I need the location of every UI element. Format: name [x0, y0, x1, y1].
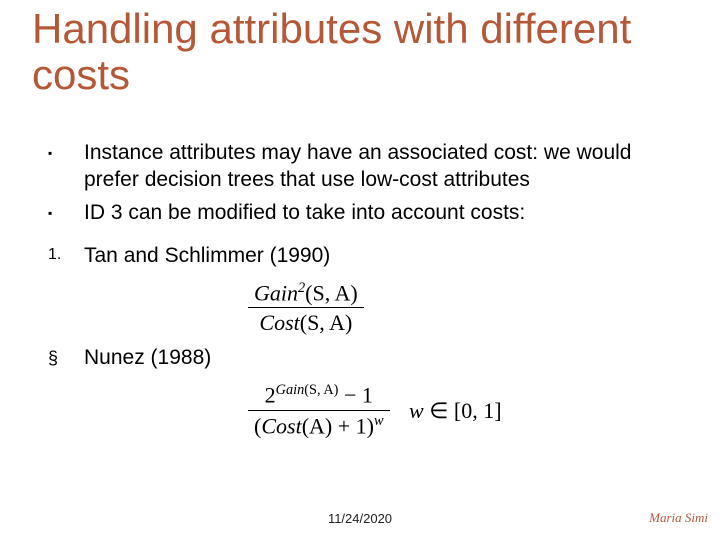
numbered-1-text: Tan and Schlimmer (1990): [84, 243, 690, 270]
fraction-1-bar: [248, 307, 364, 308]
cost-text: Cost: [259, 310, 299, 335]
cost-text-2: Cost: [261, 413, 301, 438]
footer-author: Maria Simi: [649, 510, 708, 526]
bullet-2: ▪ ID 3 can be modified to take into acco…: [48, 200, 690, 227]
fraction-2: 2Gain(S, A) − 1 (Cost(A) + 1)w: [248, 382, 390, 438]
formula-tan-schlimmer: Gain2(S, A) Cost(S, A): [248, 280, 690, 336]
section-1-text: Nunez (1988): [84, 345, 690, 372]
bullet-2-text: ID 3 can be modified to take into accoun…: [84, 200, 690, 227]
numbered-1: 1. Tan and Schlimmer (1990): [48, 243, 690, 270]
slide-body: ▪ Instance attributes may have an associ…: [48, 140, 690, 439]
cond-var: w: [409, 398, 424, 423]
footer-date: 11/24/2020: [0, 511, 720, 526]
one: 1: [362, 383, 373, 408]
cost-args-2: (A): [302, 413, 333, 438]
bullet-1-text: Instance attributes may have an associat…: [84, 140, 690, 194]
cost-args: (S, A): [300, 310, 353, 335]
slide: Handling attributes with different costs…: [0, 0, 720, 540]
bullet-1: ▪ Instance attributes may have an associ…: [48, 140, 690, 194]
square-bullet-icon: ▪: [48, 200, 84, 221]
formula-nunez: 2Gain(S, A) − 1 (Cost(A) + 1)w w ∈ [0, 1…: [248, 382, 690, 438]
square-bullet-icon: ▪: [48, 140, 84, 161]
fraction-2-bar: [248, 410, 390, 411]
fraction-1: Gain2(S, A) Cost(S, A): [248, 280, 364, 336]
fraction-1-denominator: Cost(S, A): [248, 310, 364, 335]
fraction-1-numerator: Gain2(S, A): [248, 280, 364, 306]
section-marker-icon: §: [48, 345, 84, 370]
plus-one-close: + 1): [332, 413, 374, 438]
minus: −: [338, 383, 361, 408]
number-marker-1: 1.: [48, 243, 84, 265]
exp-gain: Gain(S, A): [276, 382, 339, 398]
gain-text: Gain: [254, 280, 298, 305]
fraction-2-denominator: (Cost(A) + 1)w: [248, 413, 390, 439]
slide-title: Handling attributes with different costs: [32, 6, 700, 98]
base2: 2: [265, 383, 276, 408]
cond-range: [0, 1]: [454, 398, 502, 423]
cond-in: ∈: [424, 398, 454, 423]
section-1: § Nunez (1988): [48, 345, 690, 372]
w-condition: w ∈ [0, 1]: [409, 398, 502, 423]
exp-w: w: [374, 413, 384, 429]
fraction-2-numerator: 2Gain(S, A) − 1: [248, 382, 390, 408]
gain-args: (S, A): [305, 280, 358, 305]
